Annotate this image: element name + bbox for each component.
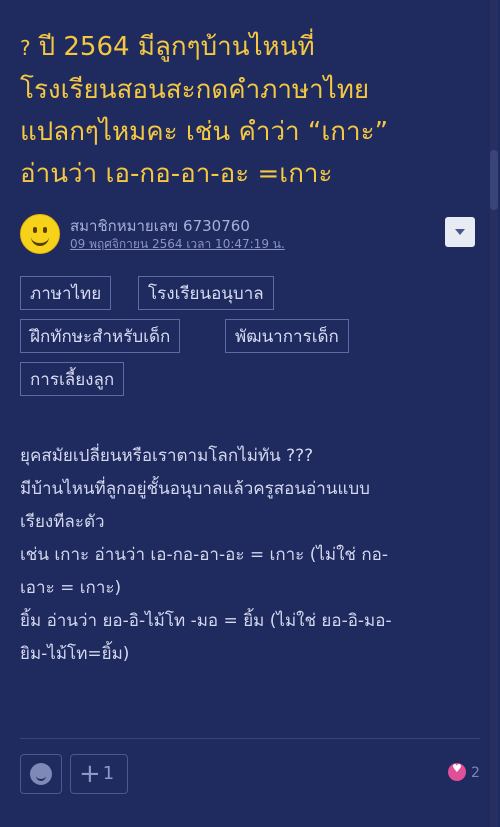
body-line: ยิม-ไม้โท=ยิ้ม) — [20, 644, 130, 664]
author-bar: สมาชิกหมายเลข 6730760 09 พฤศจิกายน 2564 … — [20, 212, 480, 258]
body-line: มีบ้านไหนที่ลูกอยู่ชั้นอนุบาลแล้วครูสอนอ… — [20, 479, 370, 499]
body-line: ยิ้ม อ่านว่า ยอ-อิ-ไม้โท -มอ = ยิ้ม (ไม่… — [20, 611, 392, 631]
title-line: ปี 2564 มีลูกๆบ้านไหนที่ — [38, 32, 315, 62]
smiley-avatar-icon[interactable] — [20, 214, 60, 254]
tag-item[interactable]: ภาษาไทย — [20, 276, 112, 310]
post-card: ? ปี 2564 มีลูกๆบ้านไหนที่ โรงเรียนสอนสะก… — [0, 0, 500, 827]
plus-vote-button[interactable]: +1 — [70, 754, 128, 794]
scrollbar-thumb[interactable] — [490, 150, 498, 210]
body-line: เรียงทีละตัว — [20, 512, 105, 532]
post-title: ? ปี 2564 มีลูกๆบ้านไหนที่ โรงเรียนสอนสะก… — [20, 26, 475, 195]
plus-icon: + — [79, 759, 101, 789]
title-line: โรงเรียนสอนสะกดคำภาษาไทย — [20, 75, 370, 105]
question-icon: ? — [20, 36, 31, 60]
tag-item[interactable]: พัฒนาการเด็ก — [225, 319, 349, 353]
chevron-down-icon — [455, 229, 465, 235]
tag-item[interactable]: การเลี้ยงลูก — [20, 362, 125, 396]
tag-item[interactable]: โรงเรียนอนุบาล — [138, 276, 274, 310]
body-line: เอาะ = เกาะ) — [20, 578, 122, 598]
title-line: อ่านว่า เอ-กอ-อา-อะ =เกาะ — [20, 159, 333, 189]
plus-count: 1 — [102, 763, 115, 784]
body-line: ยุคสมัยเปลี่ยนหรือเราตามโลกไม่ทัน ??? — [20, 446, 314, 466]
divider — [20, 738, 480, 739]
tag-item[interactable]: ฝึกทักษะสำหรับเด็ก — [20, 319, 181, 353]
post-date[interactable]: 09 พฤศจิกายน 2564 เวลา 10:47:19 น. — [70, 235, 285, 254]
heart-icon — [448, 762, 466, 781]
title-line: แปลกๆไหมคะ เช่น คำว่า “เกาะ” — [20, 117, 389, 147]
heart-count: 2 — [471, 765, 480, 781]
emoji-reaction-button[interactable] — [20, 754, 62, 794]
body-line: เช่น เกาะ อ่านว่า เอ-กอ-อา-อะ = เกาะ (ไม… — [20, 545, 388, 565]
smiley-icon — [30, 763, 52, 785]
post-body: ยุคสมัยเปลี่ยนหรือเราตามโลกไม่ทัน ??? มี… — [20, 440, 475, 671]
scrollbar[interactable] — [490, 0, 498, 827]
post-menu-button[interactable] — [445, 217, 475, 247]
